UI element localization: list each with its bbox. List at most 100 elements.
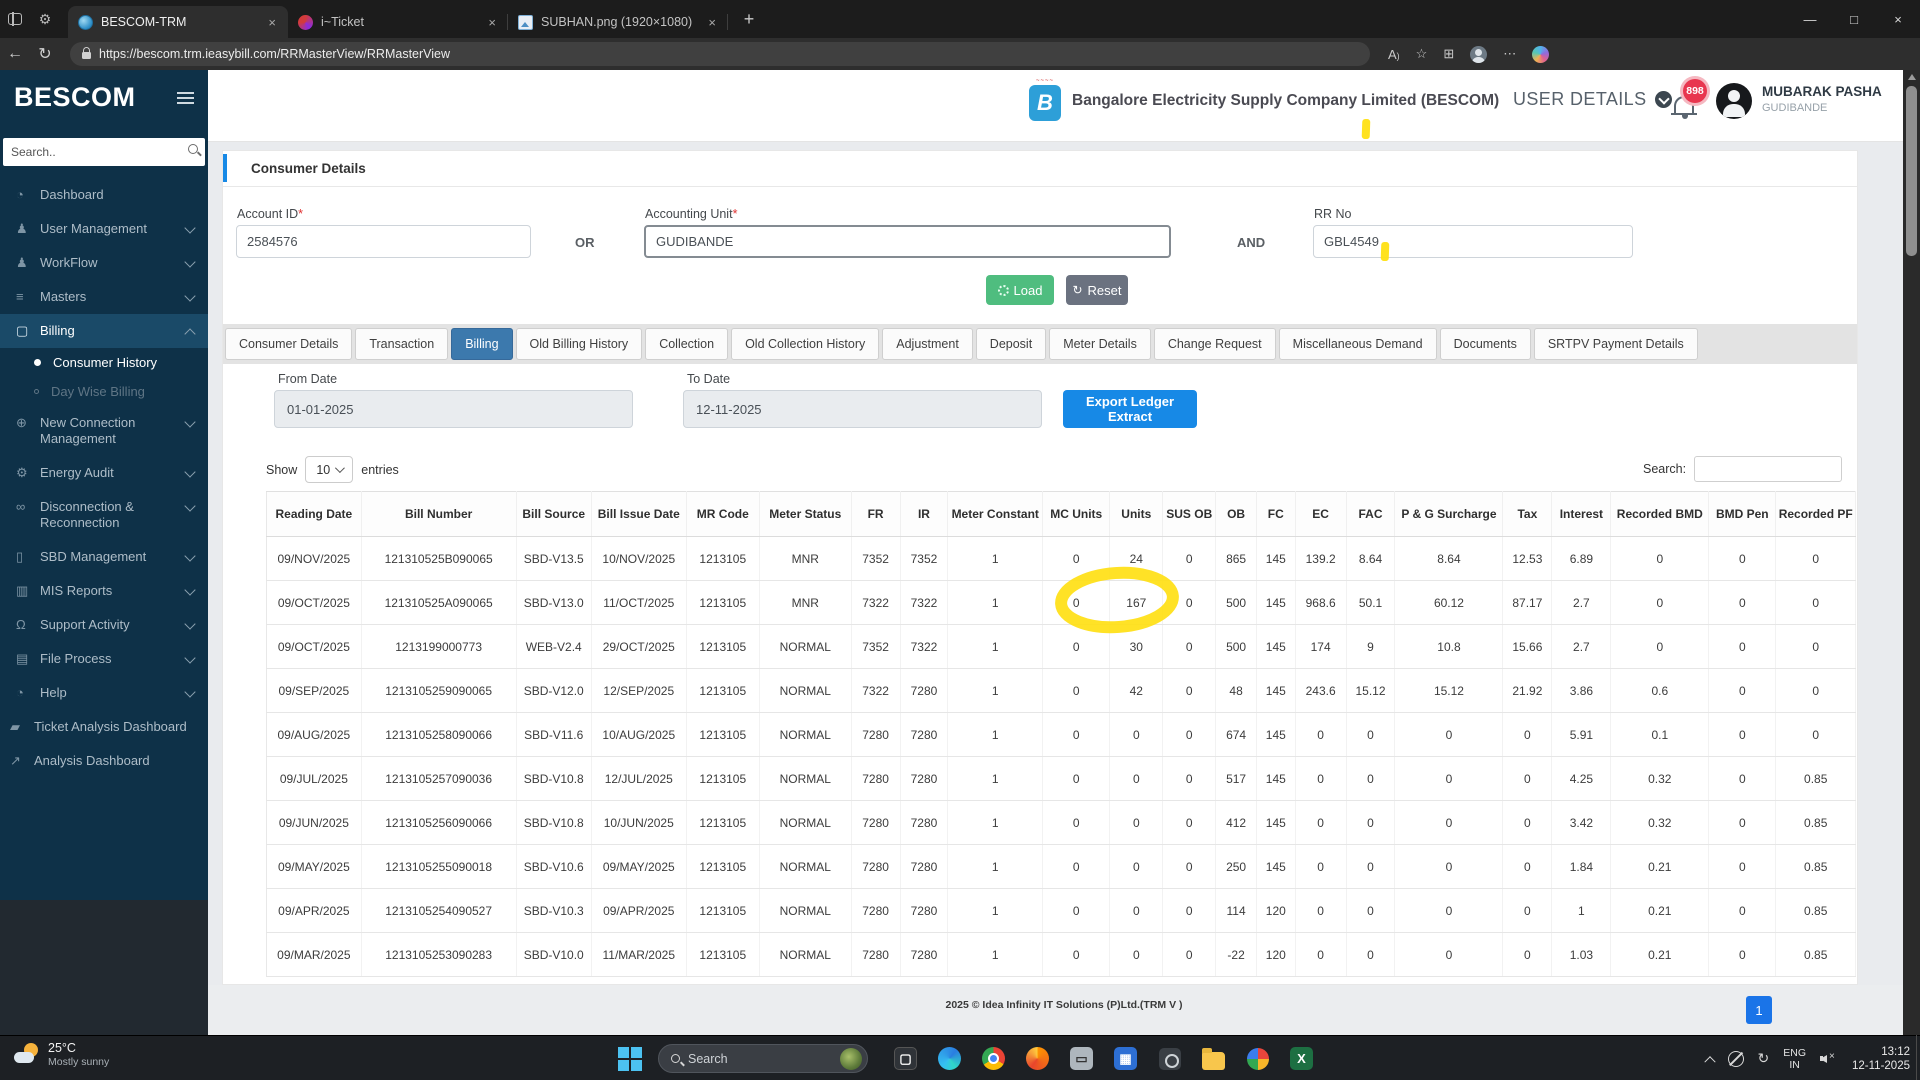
column-header[interactable]: EC [1295, 491, 1347, 537]
table-app-icon[interactable]: ▦ [1112, 1045, 1139, 1072]
table-row[interactable]: 09/JUL/2025 1213105257090036 SBD-V10.8 12/J… [266, 756, 1856, 801]
sidebar-item-energy-audit[interactable]: ⚙ Energy Audit [0, 456, 208, 490]
table-row[interactable]: 09/JUN/2025 1213105256090066 SBD-V10.8 10/J… [266, 800, 1856, 845]
table-row[interactable]: 09/APR/2025 1213105254090527 SBD-V10.3 09/A… [266, 888, 1856, 933]
tab-actions-icon[interactable] [0, 4, 30, 34]
tab-documents[interactable]: Documents [1439, 328, 1531, 360]
column-header[interactable]: Bill Number [361, 491, 517, 537]
url-bar[interactable]: https://bescom.trm.ieasybill.com/RRMaste… [70, 42, 1370, 66]
speaker-muted-icon[interactable]: × [1820, 1051, 1838, 1066]
network-offline-icon[interactable] [1727, 1050, 1744, 1067]
sidebar-item-help[interactable]: ◔ Help [0, 676, 208, 710]
tab-meter-details[interactable]: Meter Details [1049, 328, 1151, 360]
photos-icon[interactable] [1244, 1045, 1271, 1072]
browser-tab[interactable]: SUBHAN.png (1920×1080) × [508, 6, 728, 38]
show-desktop-button[interactable] [1916, 1035, 1920, 1080]
column-header[interactable]: Meter Constant [947, 491, 1044, 537]
browser-tab[interactable]: i~Ticket × [288, 6, 508, 38]
notifications-button[interactable]: 898 [1670, 76, 1710, 124]
maximize-icon[interactable]: □ [1832, 0, 1876, 38]
pagination-page-1[interactable]: 1 [1746, 996, 1772, 1024]
favorite-star-icon[interactable]: ☆ [1416, 46, 1428, 62]
table-row[interactable]: 09/SEP/2025 1213105259090065 SBD-V12.0 12/S… [266, 668, 1856, 713]
tab-consumer-details[interactable]: Consumer Details [225, 328, 353, 360]
user-details-menu[interactable]: USER DETAILS [1513, 89, 1672, 110]
tab-miscellaneous-demand[interactable]: Miscellaneous Demand [1278, 328, 1437, 360]
excel-icon[interactable]: X [1288, 1045, 1315, 1072]
taskbar-search[interactable]: Search [658, 1044, 868, 1073]
table-row[interactable]: 09/AUG/2025 1213105258090066 SBD-V11.6 10/A… [266, 712, 1856, 757]
tab-transaction[interactable]: Transaction [355, 328, 449, 360]
tab-srtpv-payment-details[interactable]: SRTPV Payment Details [1533, 328, 1698, 360]
table-search-input[interactable] [1694, 456, 1843, 482]
new-tab-button[interactable]: + [734, 4, 764, 34]
tab-old-collection-history[interactable]: Old Collection History [731, 328, 880, 360]
sync-icon[interactable]: ↻ [1758, 1050, 1770, 1067]
scrollbar-thumb[interactable] [1906, 86, 1917, 256]
tab-close-icon[interactable]: × [266, 15, 278, 30]
sidebar-item-new-connection-management[interactable]: ⊕ New Connection Management [0, 406, 208, 456]
tab-collection[interactable]: Collection [645, 328, 729, 360]
clock[interactable]: 13:12 12-11-2025 [1852, 1045, 1910, 1073]
read-aloud-icon[interactable]: A) [1388, 47, 1400, 62]
back-icon[interactable]: ← [0, 45, 30, 63]
account-id-input[interactable] [236, 225, 531, 258]
column-header[interactable]: Recorded BMD [1610, 491, 1710, 537]
close-icon[interactable]: × [1876, 0, 1920, 38]
table-row[interactable]: 09/MAR/2025 1213105253090283 SBD-V10.0 11/M… [266, 932, 1856, 977]
sidebar-search-input[interactable] [3, 138, 205, 166]
column-header[interactable]: Units [1109, 491, 1164, 537]
tab-billing[interactable]: Billing [451, 328, 513, 360]
tab-old-billing-history[interactable]: Old Billing History [515, 328, 643, 360]
scroll-up-arrow[interactable] [1908, 74, 1916, 80]
column-header[interactable]: Bill Issue Date [591, 491, 687, 537]
table-row[interactable]: 09/NOV/2025 121310525B090065 SBD-V13.5 10/N… [266, 536, 1856, 581]
browser-settings-icon[interactable]: ⚙ [30, 4, 60, 34]
sidebar-item-dashboard[interactable]: ◔ Dashboard [0, 178, 208, 212]
table-row[interactable]: 09/OCT/2025 1213199000773 WEB-V2.4 29/OCT/2… [266, 624, 1856, 669]
column-header[interactable]: Recorded PF [1775, 491, 1856, 537]
hidden-icons-chevron[interactable] [1703, 1055, 1716, 1067]
sidebar-item-support-activity[interactable]: Ω Support Activity [0, 608, 208, 642]
window-app-icon[interactable]: ▭ [1068, 1045, 1095, 1072]
sidebar-item-user-management[interactable]: ♟ User Management [0, 212, 208, 246]
sidebar-item-analysis-dashboard[interactable]: ↗ Analysis Dashboard [0, 744, 208, 778]
export-ledger-button[interactable]: Export Ledger Extract [1063, 390, 1197, 428]
column-header[interactable]: Bill Source [516, 491, 592, 537]
column-header[interactable]: Reading Date [266, 491, 362, 537]
start-button[interactable] [617, 1046, 642, 1071]
file-explorer-icon[interactable] [1200, 1045, 1227, 1072]
table-row[interactable]: 09/OCT/2025 121310525A090065 SBD-V13.0 11/O… [266, 580, 1856, 625]
column-header[interactable]: BMD Pen [1708, 491, 1777, 537]
sidebar-item-disconnection-reconnection[interactable]: ∞ Disconnection & Reconnection [0, 490, 208, 540]
language-indicator[interactable]: ENG IN [1783, 1047, 1806, 1071]
load-button[interactable]: Load [986, 275, 1054, 305]
dark-app-icon[interactable]: ▢ [892, 1045, 919, 1072]
edge-icon[interactable] [936, 1045, 963, 1072]
from-date-input[interactable]: 01-01-2025 [274, 390, 633, 428]
tab-close-icon[interactable]: × [706, 15, 718, 30]
tab-close-icon[interactable]: × [486, 15, 498, 30]
scrollbar[interactable] [1903, 70, 1920, 1035]
rr-no-input[interactable] [1313, 225, 1633, 258]
copilot-icon[interactable] [1532, 45, 1550, 63]
chrome-icon[interactable] [980, 1045, 1007, 1072]
hamburger-icon[interactable] [177, 89, 194, 107]
column-header[interactable]: SUS OB [1162, 491, 1217, 537]
sidebar-item-masters[interactable]: ≡ Masters [0, 280, 208, 314]
tab-change-request[interactable]: Change Request [1153, 328, 1276, 360]
minimize-icon[interactable]: — [1788, 0, 1832, 38]
sidebar-item-workflow[interactable]: ♟ WorkFlow [0, 246, 208, 280]
sidebar-item-billing[interactable]: ▢ Billing [0, 314, 208, 348]
column-header[interactable]: FR [851, 491, 901, 537]
page-size-select[interactable]: 10 [305, 456, 354, 483]
column-header[interactable]: P & G Surcharge [1394, 491, 1504, 537]
sidebar-item-mis-reports[interactable]: ▥ MIS Reports [0, 574, 208, 608]
sidebar-item-file-process[interactable]: ▤ File Process [0, 642, 208, 676]
collections-icon[interactable]: ⊞ [1443, 46, 1454, 62]
sidebar-item-ticket-analysis-dashboard[interactable]: ▰ Ticket Analysis Dashboard [0, 710, 208, 744]
column-header[interactable]: OB [1215, 491, 1257, 537]
camera-icon[interactable] [1156, 1045, 1183, 1072]
column-header[interactable]: Tax [1502, 491, 1553, 537]
orange-app-icon[interactable] [1024, 1045, 1051, 1072]
